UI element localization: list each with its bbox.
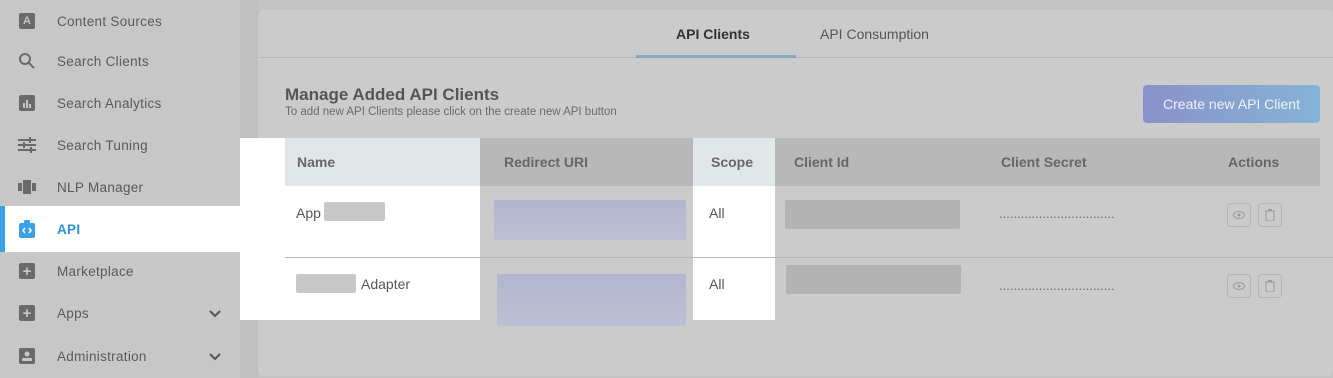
sidebar-item-label: Apps	[57, 305, 89, 321]
column-header-actions: Actions	[1228, 154, 1280, 170]
api-icon	[18, 220, 36, 238]
client-secret-masked: ................................	[999, 206, 1115, 221]
content-sources-icon: A	[18, 12, 36, 30]
nlp-icon	[18, 178, 36, 196]
sidebar-item-nlp-manager[interactable]: NLP Manager	[0, 166, 240, 208]
tab-api-consumption[interactable]: API Consumption	[820, 26, 929, 42]
column-header-name: Name	[297, 154, 336, 170]
view-icon[interactable]	[1227, 274, 1251, 298]
column-header-client-secret: Client Secret	[1001, 154, 1087, 170]
sidebar-item-label: Content Sources	[57, 13, 163, 29]
sidebar-item-label: NLP Manager	[57, 179, 144, 195]
client-secret-masked: ................................	[999, 278, 1115, 293]
admin-icon	[18, 347, 36, 365]
active-indicator	[0, 206, 5, 252]
row-divider	[285, 257, 1333, 258]
column-header-client-id: Client Id	[794, 154, 850, 170]
sidebar-item-label: Administration	[57, 348, 147, 364]
tuning-sliders-icon	[18, 136, 36, 154]
tab-bar: API Clients API Consumption	[258, 10, 1333, 58]
plus-square-icon: +	[18, 262, 36, 280]
column-header-scope: Scope	[711, 154, 754, 170]
sidebar-item-marketplace[interactable]: + Marketplace	[0, 250, 240, 292]
tab-api-clients[interactable]: API Clients	[676, 26, 750, 42]
client-id-blurred	[785, 200, 960, 229]
sidebar-item-search-clients[interactable]: Search Clients	[0, 40, 240, 82]
sidebar-item-search-tuning[interactable]: Search Tuning	[0, 124, 240, 166]
sidebar-item-label: API	[57, 221, 81, 237]
delete-icon[interactable]	[1258, 203, 1282, 227]
redirect-uri-blurred	[497, 274, 686, 326]
client-id-blurred	[786, 265, 961, 294]
delete-icon[interactable]	[1258, 274, 1282, 298]
sidebar-item-search-analytics[interactable]: Search Analytics	[0, 82, 240, 124]
sidebar-item-label: Search Clients	[57, 53, 149, 69]
search-icon	[18, 52, 36, 70]
sidebar-item-label: Marketplace	[57, 263, 134, 279]
column-header-redirect-uri: Redirect URI	[504, 154, 589, 170]
row-scope: All	[709, 276, 725, 292]
redacted-block	[324, 202, 385, 221]
view-icon[interactable]	[1227, 203, 1251, 227]
sidebar-item-label: Search Tuning	[57, 137, 148, 153]
chevron-down-icon[interactable]	[206, 304, 224, 322]
sidebar-item-administration[interactable]: Administration	[0, 335, 240, 377]
analytics-icon	[18, 94, 36, 112]
redirect-uri-blurred	[494, 200, 686, 240]
active-tab-underline	[636, 55, 796, 58]
plus-square-icon: +	[18, 304, 36, 322]
chevron-down-icon[interactable]	[206, 347, 224, 365]
create-api-client-button[interactable]: Create new API Client	[1143, 85, 1320, 123]
sidebar-item-content-sources[interactable]: A Content Sources	[0, 0, 240, 42]
section-subtitle: To add new API Clients please click on t…	[285, 106, 617, 118]
sidebar: A Content Sources Search Clients Search …	[0, 0, 240, 378]
sidebar-item-label: Search Analytics	[57, 95, 162, 111]
sidebar-item-apps[interactable]: + Apps	[0, 292, 240, 334]
row-name: Adapter	[361, 276, 411, 292]
row-name: App	[296, 205, 321, 221]
sidebar-item-api[interactable]: API	[0, 206, 240, 252]
redacted-block	[296, 274, 356, 293]
section-title: Manage Added API Clients	[285, 85, 500, 104]
row-scope: All	[709, 205, 725, 221]
